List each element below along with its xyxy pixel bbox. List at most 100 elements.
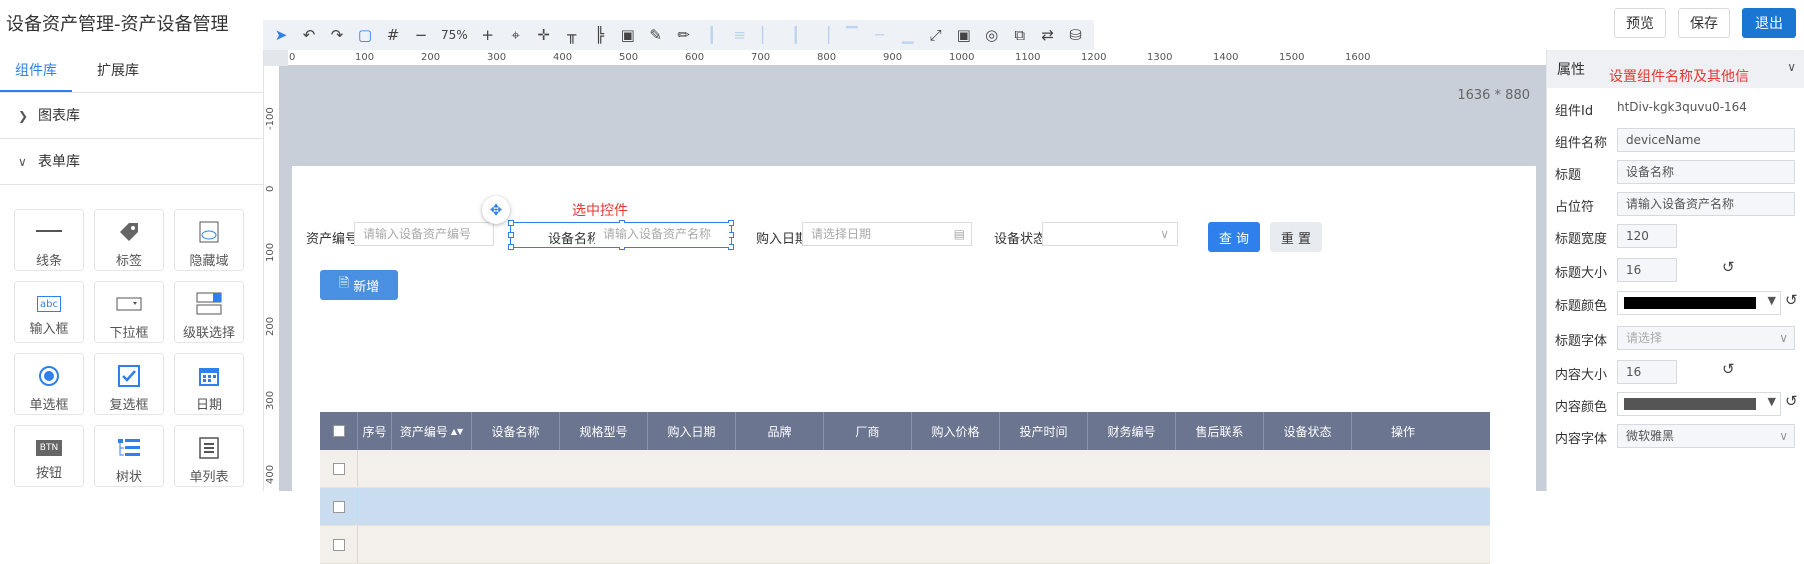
reset-icon[interactable]: ↺ xyxy=(1722,258,1735,276)
horizontal-ruler: 0 100 200 300 400 500 600 700 800 900 10… xyxy=(288,50,1546,66)
title-input[interactable]: 设备名称 xyxy=(1617,160,1795,184)
snap-icon[interactable]: ▢ xyxy=(351,21,379,49)
swap-icon[interactable]: ⇄ xyxy=(1034,21,1062,49)
resize-handle[interactable] xyxy=(508,232,514,238)
database-icon[interactable]: ⛁ xyxy=(1062,21,1090,49)
widget-dropdown[interactable]: 下拉框 xyxy=(94,281,164,343)
sort-icon[interactable]: ▲▼ xyxy=(451,427,463,436)
group-frame-icon[interactable]: ▣ xyxy=(614,21,642,49)
fit-center-icon[interactable]: ⌖ xyxy=(502,21,530,49)
add-new-button[interactable]: 🗎 新增 xyxy=(320,270,398,300)
category-form-library[interactable]: ∨ 表单库 xyxy=(0,139,263,185)
zoom-out-icon[interactable]: − xyxy=(407,21,435,49)
content-color-swatch xyxy=(1624,398,1756,410)
distribute-vertical-icon[interactable]: ≡ xyxy=(726,21,754,49)
save-button[interactable]: 保存 xyxy=(1678,8,1730,38)
content-font-select[interactable]: 微软雅黑 ∨ xyxy=(1617,424,1795,448)
document-icon: 🗎 xyxy=(338,276,350,291)
align-center-icon[interactable]: ┃ xyxy=(782,21,810,49)
widget-tree[interactable]: 树状 xyxy=(94,425,164,487)
tag-icon xyxy=(118,220,140,244)
align-middle-group-icon[interactable]: ╠ xyxy=(586,21,614,49)
widget-tag[interactable]: 标签 xyxy=(94,209,164,271)
exit-button[interactable]: 退出 xyxy=(1742,8,1796,38)
widget-cascade-select[interactable]: 级联选择 xyxy=(174,281,244,343)
widget-date[interactable]: 日期 xyxy=(174,353,244,415)
design-page[interactable]: 资产编号 请输入设备资产编号 设备名称 请输入设备资产名称 ✥ 选中控件 购入日… xyxy=(292,166,1536,564)
asset-no-input[interactable]: 请输入设备资产编号 xyxy=(354,222,494,246)
title-width-input[interactable]: 120 xyxy=(1617,224,1677,248)
table-row[interactable] xyxy=(320,488,1490,526)
status-select[interactable]: ∨ xyxy=(1042,222,1178,246)
distribute-horizontal-icon[interactable]: ┃ xyxy=(698,21,726,49)
format-brush-icon[interactable]: ✎ xyxy=(642,21,670,49)
row-checkbox[interactable] xyxy=(332,462,345,475)
table-header: 序号 资产编号 ▲▼ 设备名称 规格型号 购入日期 品牌 厂商 购入价格 投产时间… xyxy=(320,412,1490,450)
library-tabs: 组件库 扩展库 xyxy=(0,50,263,93)
tab-component-library[interactable]: 组件库 xyxy=(0,50,72,92)
align-top-group-icon[interactable]: ╥ xyxy=(558,21,586,49)
reset-icon[interactable]: ↺ xyxy=(1785,291,1798,309)
move-handle-icon[interactable]: ✥ xyxy=(482,196,510,224)
undo-icon[interactable]: ↶ xyxy=(295,21,323,49)
widget-line[interactable]: 线条 xyxy=(14,209,84,271)
table-row[interactable] xyxy=(320,450,1490,488)
align-bottom-icon[interactable]: ▁ xyxy=(894,21,922,49)
asset-no-label: 资产编号 xyxy=(306,232,359,247)
design-canvas-area: 0 100 200 300 400 500 600 700 800 900 10… xyxy=(264,50,1546,564)
reset-icon[interactable]: ↺ xyxy=(1785,392,1798,410)
clear-format-icon[interactable]: ✏ xyxy=(670,21,698,49)
column-header-sortable[interactable]: 资产编号 ▲▼ xyxy=(392,412,472,450)
chevron-down-icon: ∨ xyxy=(18,154,27,169)
widget-radio[interactable]: 单选框 xyxy=(14,353,84,415)
category-chart-library[interactable]: ❯ 图表库 xyxy=(0,93,263,139)
align-top-icon[interactable]: ▔ xyxy=(838,21,866,49)
zoom-in-icon[interactable]: + xyxy=(474,21,502,49)
title-font-select[interactable]: 请选择 ∨ xyxy=(1617,326,1795,350)
editor-toolbar: ➤ ↶ ↷ ▢ # − 75% + ⌖ ✛ ╥ ╠ ▣ ✎ ✏ ┃ ≡ ▏ ┃ … xyxy=(263,20,1094,50)
widget-input-box[interactable]: abc 输入框 xyxy=(14,281,84,343)
align-vmiddle-icon[interactable]: ─ xyxy=(866,21,894,49)
single-list-icon xyxy=(199,436,219,460)
copy-layers-icon[interactable]: ⧉ xyxy=(1006,21,1034,49)
cascade-select-icon xyxy=(196,292,222,316)
app-title: 设备资产管理-资产设备管理 xyxy=(6,14,229,35)
widget-button[interactable]: BTN 按钮 xyxy=(14,425,84,487)
resize-handle[interactable] xyxy=(508,220,514,226)
reset-button[interactable]: 重 置 xyxy=(1270,222,1322,252)
reset-icon[interactable]: ↺ xyxy=(1722,360,1735,378)
component-name-input[interactable]: deviceName xyxy=(1617,128,1795,152)
content-size-input[interactable]: 16 xyxy=(1617,360,1677,384)
table-row[interactable] xyxy=(320,526,1490,564)
placeholder-input[interactable]: 请输入设备资产名称 xyxy=(1617,192,1795,216)
purchase-date-input[interactable]: 请选择日期 ▤ xyxy=(802,222,972,246)
widget-single-list[interactable]: 单列表 xyxy=(174,425,244,487)
row-checkbox[interactable] xyxy=(332,538,345,551)
shrink-icon[interactable]: ⤢ xyxy=(922,21,950,49)
status-label: 设备状态 xyxy=(994,232,1047,247)
target-icon[interactable]: ◎ xyxy=(978,21,1006,49)
query-button[interactable]: 查 询 xyxy=(1208,222,1260,252)
align-right-icon[interactable]: ▕ xyxy=(810,21,838,49)
tab-extension-library[interactable]: 扩展库 xyxy=(82,50,154,92)
grid-icon[interactable]: # xyxy=(379,21,407,49)
pan-move-icon[interactable]: ✛ xyxy=(530,21,558,49)
title-size-input[interactable]: 16 xyxy=(1617,258,1677,282)
select-all-cell[interactable] xyxy=(320,412,358,450)
select-all-checkbox[interactable] xyxy=(332,425,345,437)
device-name-input[interactable]: 请输入设备资产名称 xyxy=(595,223,729,247)
preview-button[interactable]: 预览 xyxy=(1614,8,1666,38)
resize-handle[interactable] xyxy=(508,244,514,250)
fullscreen-icon[interactable]: ▣ xyxy=(950,21,978,49)
select-pointer-icon[interactable]: ➤ xyxy=(267,21,295,49)
widget-hidden-field[interactable]: 隐藏域 xyxy=(174,209,244,271)
input-box-icon: abc xyxy=(37,296,61,312)
asset-table: 序号 资产编号 ▲▼ 设备名称 规格型号 购入日期 品牌 厂商 购入价格 投产时间… xyxy=(320,412,1490,564)
title-color-picker[interactable]: ▼ xyxy=(1617,291,1781,315)
align-left-icon[interactable]: ▏ xyxy=(754,21,782,49)
redo-icon[interactable]: ↷ xyxy=(323,21,351,49)
widget-checkbox[interactable]: 复选框 xyxy=(94,353,164,415)
content-color-picker[interactable]: ▼ xyxy=(1617,392,1781,416)
row-checkbox[interactable] xyxy=(332,500,345,513)
chevron-down-icon[interactable]: ∨ xyxy=(1787,60,1796,74)
